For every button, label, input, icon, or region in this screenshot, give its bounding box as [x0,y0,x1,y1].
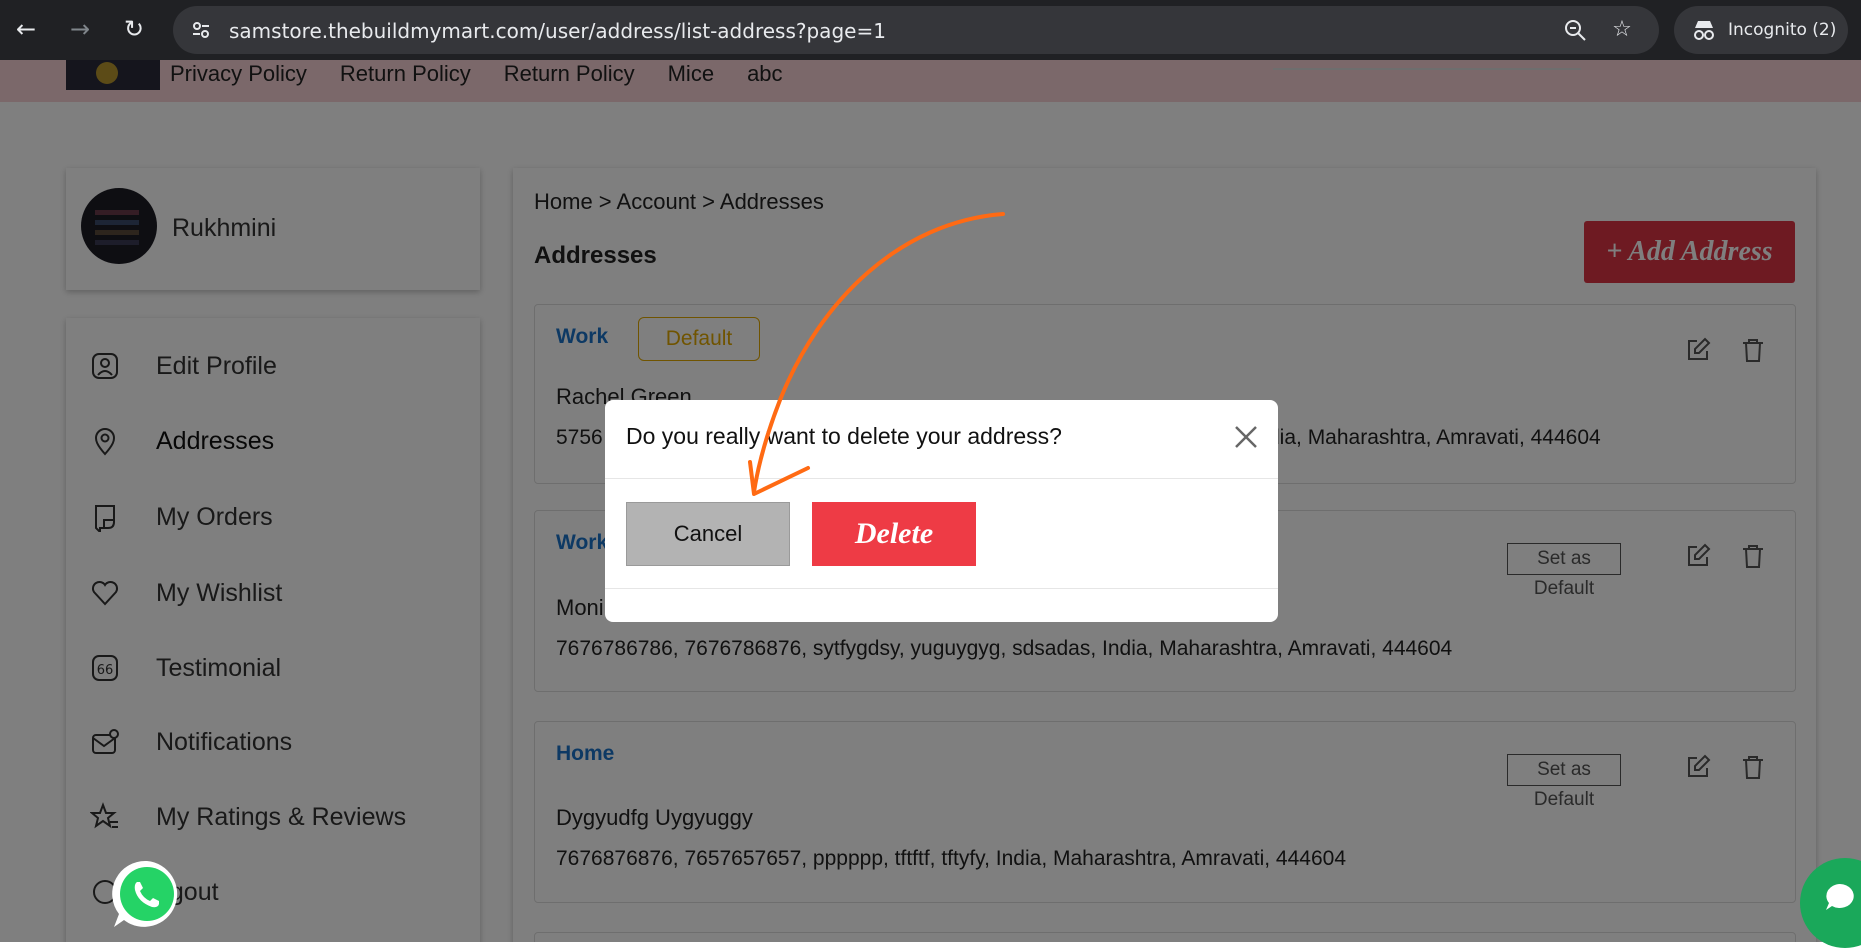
incognito-label: Incognito (2) [1728,20,1837,40]
cancel-button[interactable]: Cancel [626,502,790,566]
divider [605,478,1278,479]
zoom-icon[interactable] [1563,18,1587,42]
chat-bubble-icon [1826,884,1854,910]
url-text[interactable]: samstore.thebuildmymart.com/user/address… [229,19,886,43]
reload-icon[interactable]: ↻ [117,12,151,46]
forward-arrow-icon[interactable]: → [63,12,97,46]
site-info-icon[interactable] [191,20,211,40]
browser-toolbar: ← → ↻ samstore.thebuildmymart.com/user/a… [0,0,1861,60]
address-bar[interactable]: samstore.thebuildmymart.com/user/address… [173,6,1659,54]
delete-confirm-dialog: Do you really want to delete your addres… [605,400,1278,622]
delete-button[interactable]: Delete [812,502,976,566]
incognito-indicator[interactable]: Incognito (2) [1674,6,1848,54]
close-icon[interactable] [1231,422,1261,452]
bookmark-star-icon[interactable]: ☆ [1610,18,1634,42]
whatsapp-icon[interactable] [110,857,184,931]
back-arrow-icon[interactable]: ← [9,12,43,46]
divider [605,588,1278,589]
dialog-title: Do you really want to delete your addres… [626,423,1062,449]
incognito-icon [1694,21,1714,40]
